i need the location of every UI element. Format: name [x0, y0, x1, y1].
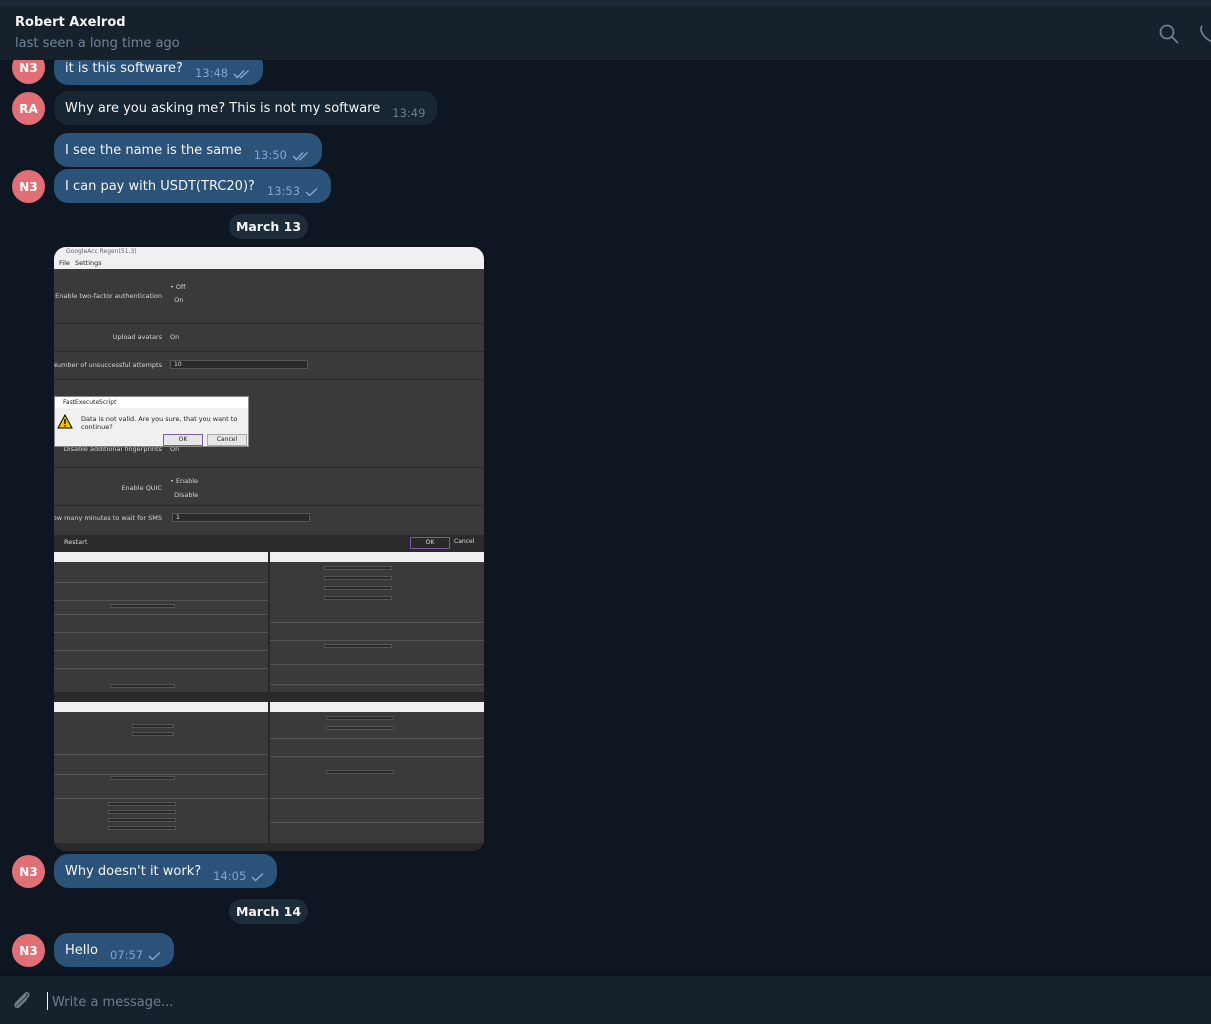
search-icon[interactable] — [1158, 23, 1180, 45]
message-bubble[interactable]: I can pay with USDT(TRC20)? 13:53 — [54, 169, 332, 203]
check-icon — [148, 951, 162, 967]
thumbnail-grid — [54, 552, 484, 851]
row-label: Enable two-factor authentication — [55, 292, 162, 300]
footer-cancel-button: Cancel — [454, 538, 475, 545]
date-separator: March 14 — [229, 899, 308, 924]
settings-row: Enable two-factor authentication • Off O… — [54, 269, 484, 324]
contact-status: last seen a long time ago — [15, 36, 180, 51]
avatar[interactable]: RA — [12, 92, 45, 125]
menu-settings: Settings — [75, 259, 102, 267]
row-label: How many minutes to wait for SMS — [54, 514, 162, 522]
message-bubble[interactable]: I see the name is the same 13:50 — [54, 133, 322, 167]
message-time: 13:48 — [194, 66, 229, 80]
warning-icon — [57, 414, 73, 429]
restart-button: Restart — [64, 538, 88, 546]
avatar[interactable]: N3 — [12, 170, 45, 203]
dialog-title: FastExecuteScript — [55, 397, 248, 408]
screenshot-thumbnail — [270, 702, 484, 851]
double-check-icon — [233, 69, 251, 85]
window-titlebar: GoogleAcc Regen(51.3) — [54, 247, 484, 257]
photo-attachment[interactable]: GoogleAcc Regen(51.3) File Settings Enab… — [54, 247, 484, 851]
avatar[interactable]: N3 — [12, 60, 45, 84]
screenshot-thumbnail — [54, 552, 268, 700]
message-text: I can pay with USDT(TRC20)? — [65, 179, 255, 194]
message-text: Hello — [65, 943, 98, 958]
dialog-cancel-button: Cancel — [207, 434, 247, 446]
row-label: Number of unsuccessful attempts — [54, 361, 162, 369]
row-label: Enable QUIC — [121, 484, 162, 492]
message-text: Why are you asking me? This is not my so… — [65, 101, 381, 116]
avatar[interactable]: N3 — [12, 934, 45, 967]
message-time: 13:50 — [253, 148, 287, 162]
paperclip-icon[interactable] — [11, 989, 33, 1011]
message-time: 13:49 — [392, 106, 426, 120]
message-time: 13:53 — [266, 184, 301, 198]
screenshot-thumbnail — [54, 702, 268, 851]
message-text: I see the name is the same — [65, 143, 242, 158]
settings-row: How many minutes to wait for SMS 1 — [54, 505, 484, 535]
number-field: 10 — [170, 360, 308, 369]
checkbox-value: On — [170, 333, 180, 341]
message-text: Why doesn't it work? — [65, 864, 202, 879]
text-caret — [47, 992, 48, 1010]
check-icon — [305, 187, 319, 203]
menu-file: File — [59, 259, 70, 267]
screenshot-thumbnail — [270, 552, 484, 700]
message-input[interactable] — [50, 989, 1154, 1015]
check-icon — [251, 872, 265, 888]
settings-row: Upload avatars On — [54, 323, 484, 352]
settings-row: Enable QUIC • Enable Disable — [54, 467, 484, 506]
chat-header[interactable]: Robert Axelrod last seen a long time ago — [0, 6, 1211, 61]
radio-option: • Enable — [170, 477, 199, 485]
settings-panel: Enable two-factor authentication • Off O… — [54, 269, 484, 535]
dialog-message: Data is not valid. Are you sure, that yo… — [81, 415, 238, 431]
alert-dialog: FastExecuteScript Data is not valid. Are… — [54, 396, 249, 447]
double-check-icon — [292, 151, 310, 167]
radio-option: On — [174, 296, 184, 304]
message-time: 07:57 — [109, 948, 144, 962]
radio-option: • Off — [170, 283, 186, 291]
contact-name[interactable]: Robert Axelrod — [15, 15, 126, 30]
window-title: GoogleAcc Regen(51.3) — [66, 248, 137, 255]
message-time: 14:05 — [213, 869, 247, 883]
message-bubble[interactable]: it is this software? 13:48 — [54, 60, 264, 85]
message-bubble[interactable]: Why are you asking me? This is not my so… — [54, 91, 438, 125]
settings-row: Number of unsuccessful attempts 10 — [54, 351, 484, 380]
dialog-ok-button: OK — [163, 434, 203, 446]
radio-option: Disable — [174, 491, 199, 499]
window-footer: Restart OK Cancel — [54, 535, 484, 552]
message-bubble[interactable]: Hello 07:57 — [54, 933, 175, 967]
number-field: 1 — [172, 513, 310, 522]
footer-ok-button: OK — [410, 537, 450, 549]
window-menu: File Settings — [54, 257, 484, 269]
date-separator: March 13 — [229, 214, 308, 239]
phone-icon[interactable] — [1198, 23, 1211, 45]
avatar[interactable]: N3 — [12, 855, 45, 888]
message-composer — [0, 975, 1211, 1024]
row-label: Upload avatars — [112, 333, 162, 341]
message-text: it is this software? — [65, 61, 183, 76]
message-bubble[interactable]: Why doesn't it work? 14:05 — [54, 854, 278, 888]
message-list[interactable]: N3 it is this software? 13:48 RA Why are… — [0, 60, 1211, 975]
